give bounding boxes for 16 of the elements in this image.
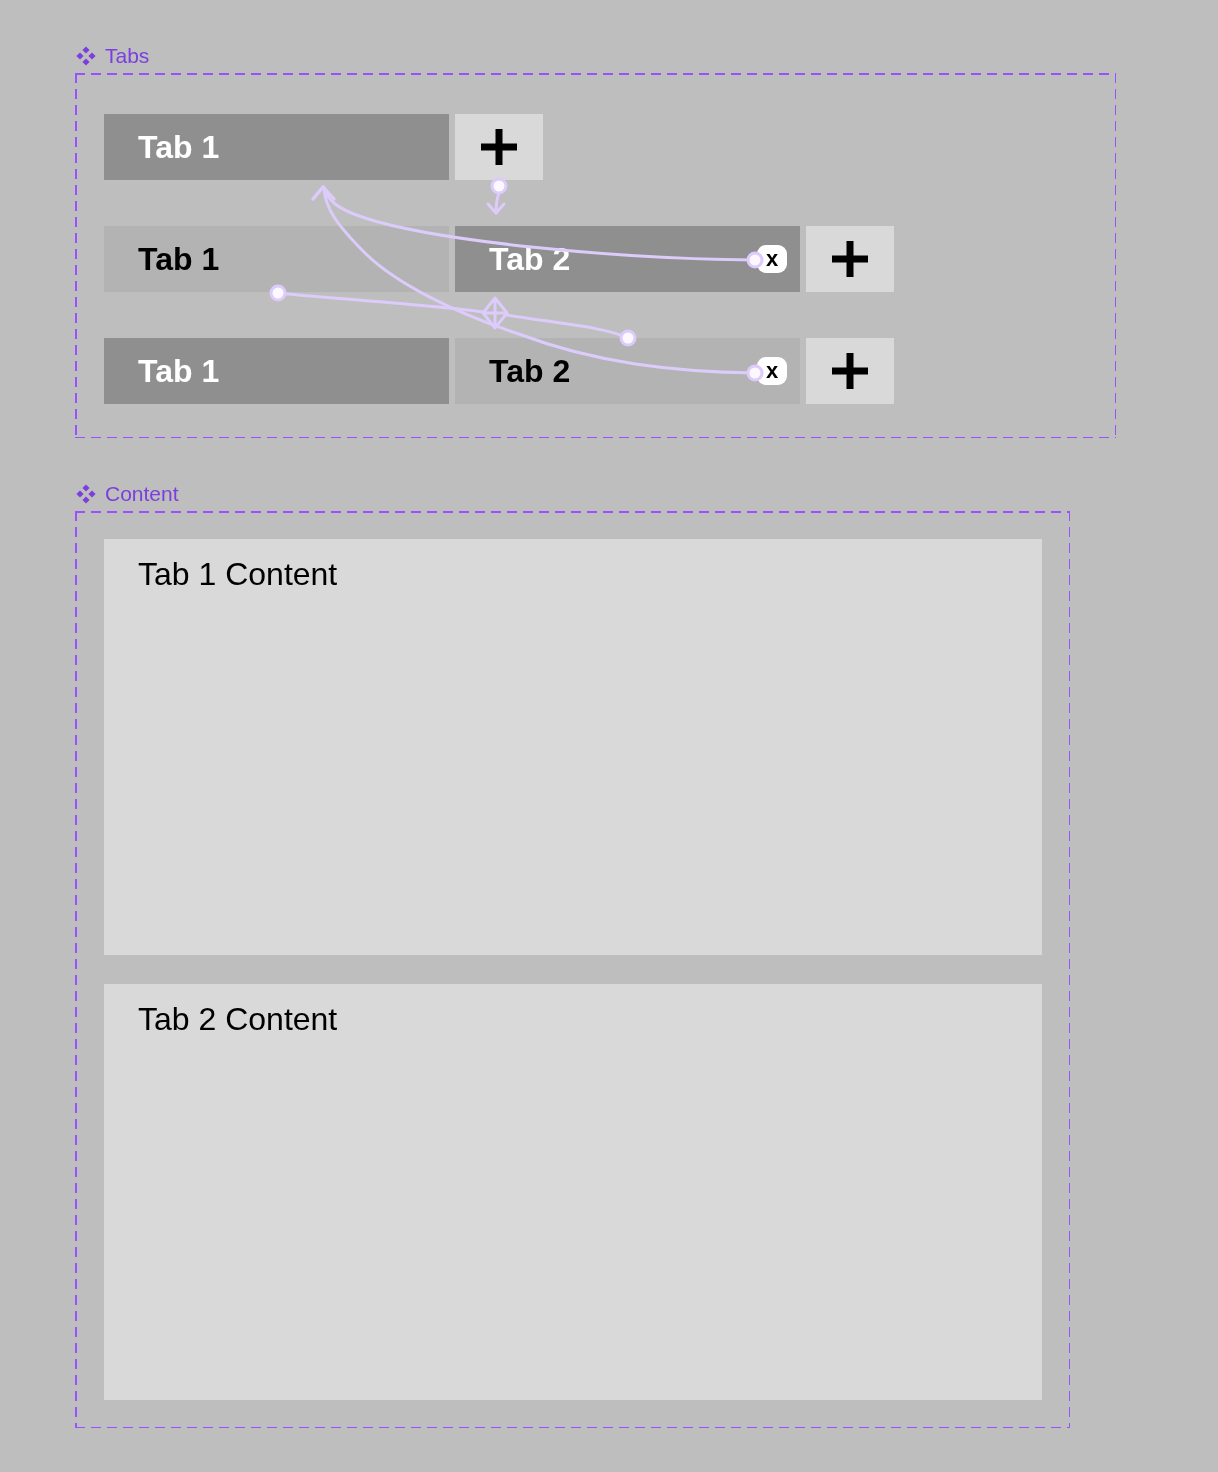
- plus-icon: [832, 353, 868, 389]
- tab[interactable]: Tab 1: [104, 226, 449, 292]
- add-tab-button[interactable]: [806, 338, 894, 404]
- plus-icon: [832, 241, 868, 277]
- component-icon: [76, 484, 96, 504]
- plus-icon: [481, 129, 517, 165]
- component-icon: [76, 46, 96, 66]
- add-tab-button[interactable]: [806, 226, 894, 292]
- tab[interactable]: Tab 2 x: [455, 338, 800, 404]
- section-title: Tabs: [105, 44, 150, 68]
- section-title: Content: [105, 482, 179, 506]
- panel-text: Tab 2 Content: [138, 1000, 338, 1039]
- panel-text: Tab 1 Content: [138, 555, 338, 594]
- close-button[interactable]: x: [757, 245, 787, 273]
- close-button[interactable]: x: [757, 357, 787, 385]
- add-tab-button[interactable]: [455, 114, 543, 180]
